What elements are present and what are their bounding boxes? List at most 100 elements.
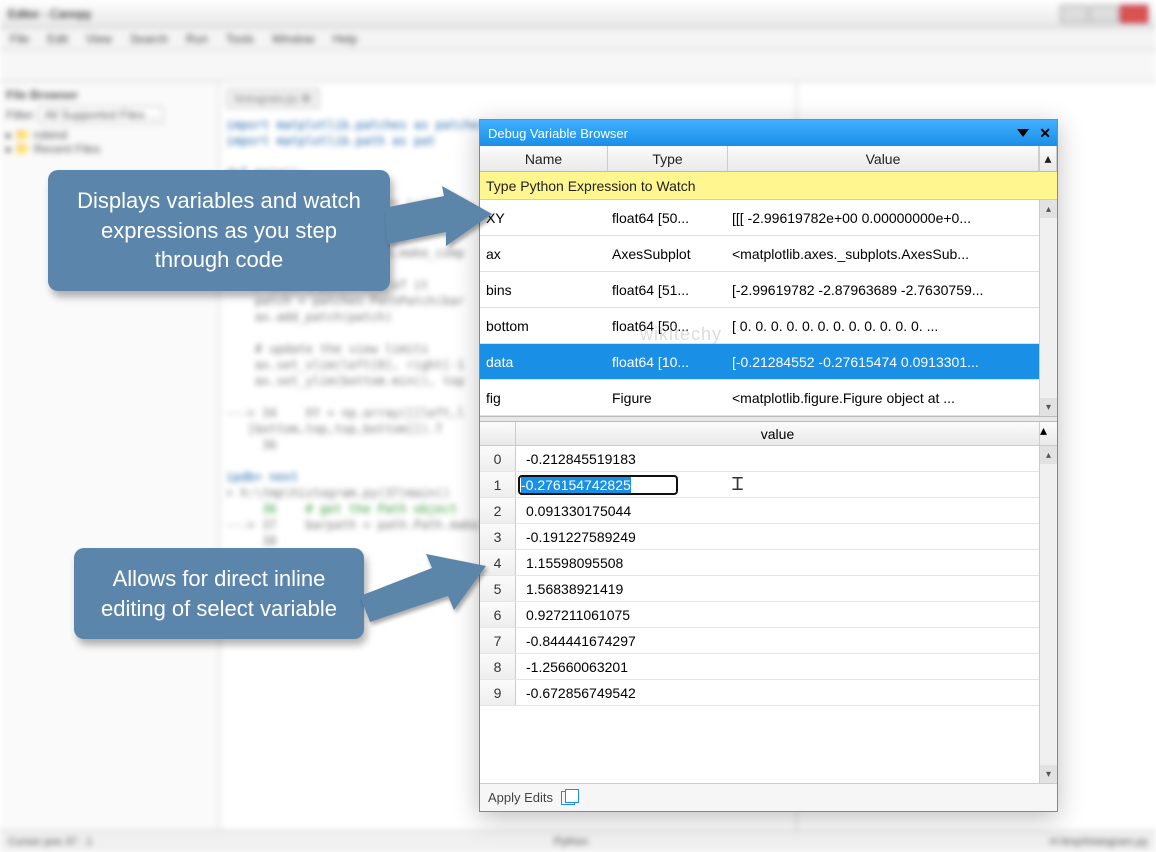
row-index: 3 [480,524,516,549]
grid-scrollbar[interactable]: ▴ ▾ [1039,446,1057,783]
var-name: data [480,354,608,370]
var-type: float64 [10... [608,354,728,370]
row-index: 8 [480,654,516,679]
menu-item[interactable]: Run [186,32,208,46]
apply-edits-button[interactable]: Apply Edits [488,790,553,805]
scrollbar-header: ▴ [1039,146,1057,171]
menu-item[interactable]: Window [272,32,315,46]
scroll-down-icon[interactable]: ▾ [1040,765,1057,783]
var-value: [-2.99619782 -2.87963689 -2.7630759... [728,282,1057,298]
variable-row[interactable]: axAxesSubplot<matplotlib.axes._subplots.… [480,236,1057,272]
row-index: 7 [480,628,516,653]
scroll-up-icon[interactable]: ▴ [1040,446,1057,464]
var-value: <matplotlib.figure.Figure object at ... [728,390,1057,406]
var-name: ax [480,246,608,262]
grid-row[interactable]: 7-0.844441674297 [480,628,1057,654]
menu-item[interactable]: Edit [47,32,68,46]
arrow-icon [384,186,494,256]
file-path: H:\tmp\histogram.py [1050,836,1148,848]
menu-item[interactable]: View [86,32,112,46]
cell-value: -0.212845519183 [516,446,1057,471]
grid-row[interactable]: 8-1.25660063201 [480,654,1057,680]
var-value: [[[ -2.99619782e+00 0.00000000e+0... [728,210,1057,226]
panel-title: File Browser [6,88,213,102]
menu-item[interactable]: Tools [226,32,254,46]
grid-row[interactable]: 20.091330175044 [480,498,1057,524]
close-button[interactable] [1120,5,1148,23]
debug-variable-browser-panel: Debug Variable Browser ✕ Name Type Value… [479,119,1058,812]
var-type: float64 [50... [608,210,728,226]
var-name: XY [480,210,608,226]
dvb-titlebar[interactable]: Debug Variable Browser ✕ [480,120,1057,146]
var-type: Figure [608,390,728,406]
cell-value: 0.927211061075 [516,602,1057,627]
watch-expression-input[interactable]: Type Python Expression to Watch [480,172,1057,200]
window-title: Editor - Canopy [8,7,91,21]
cell-value: -0.672856749542 [516,680,1057,705]
variable-row[interactable]: XYfloat64 [50...[[[ -2.99619782e+00 0.00… [480,200,1057,236]
grid-scroll-header: ▴ [1039,422,1057,445]
grid-body: 0-0.2128455191831Ꮖ20.0913301750443-0.191… [480,446,1057,783]
language-indicator: Python [554,836,588,848]
copy-icon[interactable] [561,791,575,805]
cell-value: 1.15598095508 [516,550,1057,575]
grid-row[interactable]: 41.15598095508 [480,550,1057,576]
variable-row[interactable]: bottomfloat64 [50...[ 0. 0. 0. 0. 0. 0. … [480,308,1057,344]
minimize-button[interactable] [1060,5,1088,23]
dvb-title: Debug Variable Browser [488,126,628,141]
menu-item[interactable]: File [10,32,29,46]
cell-value: -1.25660063201 [516,654,1057,679]
tree-item[interactable]: ▸ 📁 robind [6,128,213,142]
row-index: 1 [480,472,516,497]
variable-row[interactable]: binsfloat64 [51...[-2.99619782 -2.879636… [480,272,1057,308]
grid-row[interactable]: 9-0.672856749542 [480,680,1057,706]
window-titlebar: Editor - Canopy [0,0,1156,28]
variables-header-row: Name Type Value ▴ [480,146,1057,172]
grid-header-row: value ▴ [480,422,1057,446]
grid-row[interactable]: 51.56838921419 [480,576,1057,602]
menu-item[interactable]: Search [130,32,168,46]
toolbar [0,50,1156,82]
var-value: [-0.21284552 -0.27615474 0.0913301... [728,354,1057,370]
variables-scrollbar[interactable]: ▴ ▾ [1039,200,1057,416]
dropdown-icon[interactable] [1017,129,1029,137]
filter-label: Filter: [6,108,36,122]
cell-value: -0.191227589249 [516,524,1057,549]
callout-bottom: Allows for direct inline editing of sele… [74,548,364,639]
cell-editor-input[interactable] [518,475,678,495]
maximize-button[interactable] [1090,5,1118,23]
filter-value[interactable]: All Supported Files ... [39,106,163,124]
dvb-footer: Apply Edits [480,783,1057,811]
col-name-header[interactable]: Name [480,146,608,171]
col-value-header[interactable]: Value [728,146,1039,171]
grid-row[interactable]: 1Ꮖ [480,472,1057,498]
menu-item[interactable]: Help [333,32,358,46]
var-value: [ 0. 0. 0. 0. 0. 0. 0. 0. 0. 0. 0. 0. ..… [728,318,1057,334]
scroll-up-icon[interactable]: ▴ [1040,200,1057,218]
cell-value: -0.844441674297 [516,628,1057,653]
variable-row[interactable]: figFigure<matplotlib.figure.Figure objec… [480,380,1057,416]
var-name: fig [480,390,608,406]
variables-list: XYfloat64 [50...[[[ -2.99619782e+00 0.00… [480,200,1057,416]
cell-value: 0.091330175044 [516,498,1057,523]
grid-row[interactable]: 60.927211061075 [480,602,1057,628]
col-type-header[interactable]: Type [608,146,728,171]
var-type: AxesSubplot [608,246,728,262]
var-value: <matplotlib.axes._subplots.AxesSub... [728,246,1057,262]
window-buttons [1060,5,1148,23]
text-cursor-icon: Ꮖ [732,474,744,495]
var-name: bins [480,282,608,298]
editor-tab[interactable]: histogram.py ⊗ [226,88,320,109]
tree-item[interactable]: ▸ 📁 Recent Files [6,142,213,156]
grid-row[interactable]: 0-0.212845519183 [480,446,1057,472]
callout-top: Displays variables and watch expressions… [48,170,390,291]
var-type: float64 [51... [608,282,728,298]
grid-index-header [480,422,516,445]
close-icon[interactable]: ✕ [1039,125,1051,142]
row-index: 9 [480,680,516,705]
variable-row[interactable]: datafloat64 [10...[-0.21284552 -0.276154… [480,344,1057,380]
scroll-down-icon[interactable]: ▾ [1040,398,1057,416]
menubar: File Edit View Search Run Tools Window H… [0,28,1156,50]
grid-value-header[interactable]: value [516,422,1039,445]
grid-row[interactable]: 3-0.191227589249 [480,524,1057,550]
